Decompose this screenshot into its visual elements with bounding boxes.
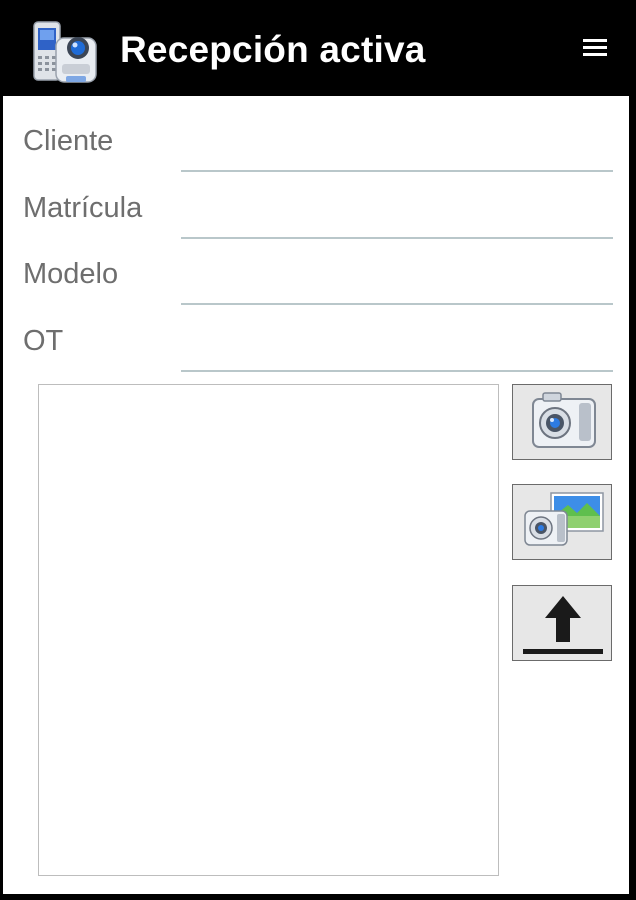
ot-field: OT xyxy=(3,312,629,372)
take-photo-button[interactable] xyxy=(512,384,612,460)
cliente-field: Cliente xyxy=(3,112,629,172)
app-header: Recepción activa xyxy=(0,0,636,96)
matricula-field: Matrícula xyxy=(3,179,629,239)
page-title: Recepción activa xyxy=(120,29,426,70)
upload-arrow-icon xyxy=(523,596,603,654)
cliente-label: Cliente xyxy=(23,125,114,157)
ot-label: OT xyxy=(23,325,64,357)
menu-icon[interactable] xyxy=(578,36,612,62)
cliente-input[interactable] xyxy=(181,130,613,172)
main-content: Cliente Matrícula Modelo OT xyxy=(3,96,629,894)
matricula-label: Matrícula xyxy=(23,192,143,224)
app-window: Recepción activa Cliente Matrícula Model… xyxy=(0,0,636,900)
camera-icon xyxy=(532,392,596,448)
modelo-label: Modelo xyxy=(23,258,119,290)
gallery-button[interactable] xyxy=(512,484,612,560)
camera-gallery-icon xyxy=(524,492,604,546)
matricula-input[interactable] xyxy=(181,197,613,239)
modelo-input[interactable] xyxy=(181,263,613,305)
modelo-field: Modelo xyxy=(3,245,629,305)
bottom-border xyxy=(0,894,636,900)
phone-camera-icon xyxy=(30,16,102,92)
ot-input[interactable] xyxy=(181,330,613,372)
upload-button[interactable] xyxy=(512,585,612,661)
photo-preview xyxy=(38,384,499,876)
